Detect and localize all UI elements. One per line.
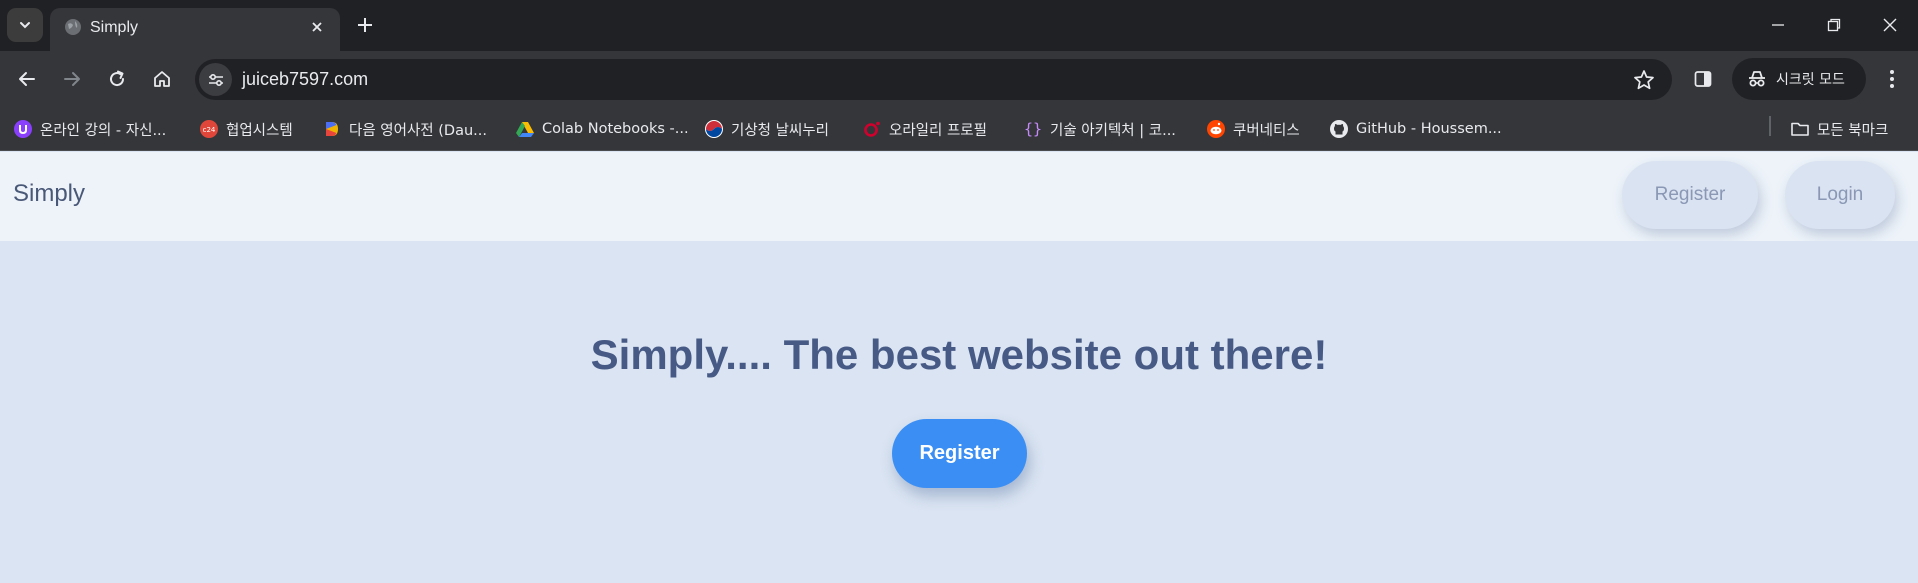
address-bar[interactable]: juiceb7597.com <box>195 59 1672 100</box>
star-icon <box>1634 70 1654 90</box>
more-vertical-icon <box>1890 70 1894 88</box>
bookmark-item[interactable]: GitHub - Houssem... <box>1329 115 1502 143</box>
home-icon <box>154 71 170 87</box>
incognito-indicator[interactable]: 시크릿 모드 <box>1732 58 1866 100</box>
incognito-label: 시크릿 모드 <box>1776 72 1845 88</box>
all-bookmarks-button[interactable]: 모든 북마크 <box>1790 115 1888 143</box>
bookmark-item[interactable]: 다음 영어사전 (Dau... <box>322 115 487 143</box>
forward-button[interactable] <box>54 61 90 97</box>
reload-icon <box>110 70 125 87</box>
hero-section: Simply.... The best website out there! R… <box>0 241 1918 583</box>
plus-icon <box>358 18 372 32</box>
braces-icon: {} <box>1023 119 1043 139</box>
svg-text:c24: c24 <box>203 126 216 134</box>
folder-icon <box>1790 119 1810 139</box>
restore-button[interactable] <box>1816 10 1852 40</box>
bookmark-label: 오라일리 프로필 <box>889 122 987 139</box>
active-tab[interactable]: Simply <box>50 8 340 51</box>
svg-text:{}: {} <box>1024 120 1042 138</box>
minimize-icon <box>1772 24 1784 26</box>
site-brand[interactable]: Simply <box>13 180 85 208</box>
incognito-icon <box>1749 71 1765 87</box>
bookmark-star-button[interactable] <box>1632 68 1656 92</box>
close-icon <box>1883 18 1897 32</box>
tab-strip: Simply <box>0 0 1918 51</box>
close-tab-button[interactable] <box>306 16 328 38</box>
bookmark-label: GitHub - Houssem... <box>1356 121 1502 137</box>
oreilly-icon <box>862 119 882 139</box>
browser-toolbar: juiceb7597.com 시크릿 모드 <box>0 51 1918 107</box>
bookmarks-bar: 온라인 강의 - 자신... c24 협업시스템 다음 영어사전 (Dau...… <box>0 107 1918 151</box>
hero-register-button[interactable]: Register <box>892 419 1027 488</box>
hero-title: Simply.... The best website out there! <box>590 331 1328 378</box>
site-navbar: Simply Register Login <box>0 152 1918 241</box>
close-icon <box>312 22 322 32</box>
arrow-right-icon <box>64 72 80 86</box>
bookmark-item[interactable]: 기상청 날씨누리 <box>704 115 829 143</box>
globe-icon <box>65 19 81 35</box>
reload-button[interactable] <box>99 61 135 97</box>
inflearn-icon <box>13 119 33 139</box>
kma-icon <box>704 119 724 139</box>
all-bookmarks-label: 모든 북마크 <box>1817 122 1889 139</box>
bookmark-item[interactable]: Colab Notebooks -... <box>515 115 689 143</box>
bookmark-label: Colab Notebooks -... <box>542 121 689 137</box>
bookmark-label: 협업시스템 <box>226 122 293 139</box>
tune-icon <box>208 73 223 86</box>
bookmark-item[interactable]: 쿠버네티스 <box>1206 115 1300 143</box>
tab-title: Simply <box>90 19 139 36</box>
side-panel-icon <box>1694 71 1712 87</box>
bookmark-label: 다음 영어사전 (Dau... <box>349 122 487 139</box>
browser-menu-button[interactable] <box>1874 61 1910 97</box>
home-button[interactable] <box>144 61 180 97</box>
bookmark-item[interactable]: {} 기술 아키텍처 | 코... <box>1023 115 1176 143</box>
google-drive-icon <box>515 119 535 139</box>
minimize-button[interactable] <box>1760 10 1796 40</box>
close-window-button[interactable] <box>1872 10 1908 40</box>
reddit-icon <box>1206 119 1226 139</box>
url-text[interactable]: juiceb7597.com <box>242 69 368 90</box>
bookmark-item[interactable]: 오라일리 프로필 <box>862 115 987 143</box>
nav-login-button[interactable]: Login <box>1785 161 1895 229</box>
bookmarks-divider <box>1769 116 1771 136</box>
daum-icon <box>322 119 342 139</box>
new-tab-button[interactable] <box>352 12 378 38</box>
github-icon <box>1329 119 1349 139</box>
cafe24-icon: c24 <box>199 119 219 139</box>
nav-register-button[interactable]: Register <box>1622 161 1758 229</box>
bookmark-item[interactable]: 온라인 강의 - 자신... <box>13 115 166 143</box>
bookmark-item[interactable]: c24 협업시스템 <box>199 115 293 143</box>
chevron-down-icon <box>20 22 30 29</box>
bookmark-label: 기상청 날씨누리 <box>731 122 829 139</box>
side-panel-button[interactable] <box>1685 61 1721 97</box>
tab-search-button[interactable] <box>7 8 43 42</box>
bookmark-label: 온라인 강의 - 자신... <box>40 122 167 139</box>
site-info-button[interactable] <box>199 63 232 96</box>
bookmark-label: 기술 아키텍처 | 코... <box>1050 122 1176 139</box>
arrow-left-icon <box>19 72 35 86</box>
bookmark-label: 쿠버네티스 <box>1233 122 1300 139</box>
restore-icon <box>1827 18 1841 32</box>
back-button[interactable] <box>9 61 45 97</box>
